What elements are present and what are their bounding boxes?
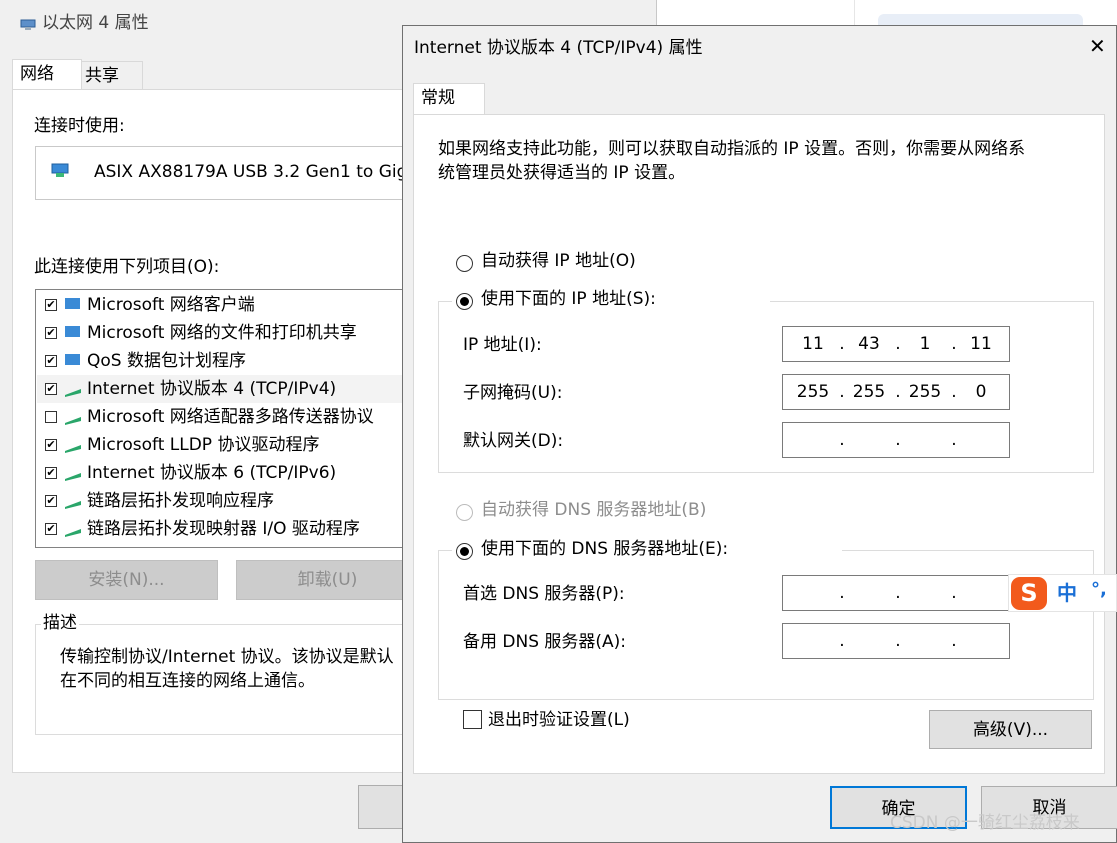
ip-separator: . bbox=[839, 583, 845, 603]
checked-checkbox-icon[interactable]: ✔ bbox=[45, 383, 57, 395]
preferred-dns-field[interactable]: ... bbox=[782, 575, 1010, 611]
ip-octet[interactable]: 11 bbox=[959, 333, 1003, 355]
checked-checkbox-icon[interactable]: ✔ bbox=[45, 495, 57, 507]
preferred-dns-label: 首选 DNS 服务器(P): bbox=[463, 584, 625, 604]
checked-checkbox-icon[interactable]: ✔ bbox=[45, 355, 57, 367]
window-title: 以太网 4 属性 bbox=[42, 13, 149, 33]
network-client-icon bbox=[65, 354, 80, 365]
checked-checkbox-icon[interactable]: ✔ bbox=[45, 523, 57, 535]
list-item-label: Microsoft 网络客户端 bbox=[87, 295, 255, 315]
default-gateway-field[interactable]: ... bbox=[782, 422, 1010, 458]
list-item-label: 链路层拓扑发现响应程序 bbox=[87, 491, 274, 511]
items-label: 此连接使用下列项目(O): bbox=[34, 257, 220, 277]
watermark: CSDN @一骑红尘荔枝来 bbox=[890, 813, 1080, 833]
list-item-label: 链路层拓扑发现映射器 I/O 驱动程序 bbox=[87, 519, 360, 539]
connect-using-label: 连接时使用: bbox=[34, 116, 125, 136]
list-item-label: Internet 协议版本 6 (TCP/IPv6) bbox=[87, 463, 337, 483]
intro-text-line1: 如果网络支持此功能，则可以获取自动指派的 IP 设置。否则，你需要从网络系 bbox=[438, 139, 1026, 159]
ip-address-label: IP 地址(I): bbox=[463, 335, 542, 355]
tab-general[interactable]: 常规 bbox=[413, 83, 485, 115]
description-text-line2: 在不同的相互连接的网络上通信。 bbox=[60, 671, 315, 691]
ip-octet[interactable]: 255 bbox=[847, 381, 891, 403]
ip-separator: . bbox=[951, 631, 957, 651]
ip-separator: . bbox=[895, 430, 901, 450]
ip-separator: . bbox=[839, 334, 845, 354]
ime-mode-toggle[interactable]: 中 bbox=[1057, 582, 1077, 604]
protocol-icon bbox=[65, 529, 81, 537]
general-tab-panel: 如果网络支持此功能，则可以获取自动指派的 IP 设置。否则，你需要从网络系 统管… bbox=[413, 114, 1105, 774]
auto-dns-label: 自动获得 DNS 服务器地址(B) bbox=[481, 500, 707, 520]
ip-separator: . bbox=[839, 382, 845, 402]
ip-separator: . bbox=[895, 334, 901, 354]
ime-toolbar[interactable]: S 中 °, bbox=[1008, 574, 1117, 612]
network-client-icon bbox=[65, 326, 80, 337]
ipv4-properties-dialog: Internet 协议版本 4 (TCP/IPv4) 属性 ✕ 常规 如果网络支… bbox=[402, 25, 1117, 843]
ip-separator: . bbox=[895, 583, 901, 603]
dialog-title: Internet 协议版本 4 (TCP/IPv4) 属性 bbox=[414, 38, 703, 58]
subnet-mask-field[interactable]: 255 255 255 0... bbox=[782, 374, 1010, 410]
protocol-icon bbox=[65, 501, 81, 509]
tab-network-label: 网络 bbox=[20, 64, 54, 84]
unchecked-checkbox-icon[interactable] bbox=[45, 411, 57, 423]
tab-sharing[interactable]: 共享 bbox=[81, 61, 143, 90]
ip-separator: . bbox=[839, 430, 845, 450]
network-adapter-icon bbox=[20, 19, 36, 30]
manual-dns-label: 使用下面的 DNS 服务器地址(E): bbox=[481, 539, 729, 559]
default-gateway-label: 默认网关(D): bbox=[463, 431, 564, 451]
list-item-label: Microsoft LLDP 协议驱动程序 bbox=[87, 435, 320, 455]
ip-separator: . bbox=[951, 430, 957, 450]
ime-logo-icon[interactable]: S bbox=[1011, 577, 1047, 610]
protocol-icon bbox=[65, 445, 81, 453]
auto-dns-radio[interactable] bbox=[456, 504, 473, 521]
protocol-icon bbox=[65, 389, 81, 397]
ip-separator: . bbox=[839, 631, 845, 651]
list-item-label: QoS 数据包计划程序 bbox=[87, 351, 246, 371]
validate-checkbox[interactable] bbox=[463, 710, 482, 729]
close-icon[interactable]: ✕ bbox=[1089, 35, 1106, 57]
checked-checkbox-icon[interactable]: ✔ bbox=[45, 467, 57, 479]
auto-ip-label: 自动获得 IP 地址(O) bbox=[481, 251, 636, 271]
validate-label: 退出时验证设置(L) bbox=[488, 710, 630, 730]
ime-punct-toggle[interactable]: °, bbox=[1091, 579, 1107, 601]
checked-checkbox-icon[interactable]: ✔ bbox=[45, 327, 57, 339]
subnet-mask-label: 子网掩码(U): bbox=[463, 383, 563, 403]
auto-ip-radio[interactable] bbox=[456, 255, 473, 272]
adapter-name: ASIX AX88179A USB 3.2 Gen1 to Gig bbox=[94, 162, 408, 182]
install-button[interactable]: 安装(N)... bbox=[35, 560, 218, 600]
ip-octet[interactable]: 11 bbox=[791, 333, 835, 355]
network-client-icon bbox=[65, 298, 80, 309]
ip-separator: . bbox=[895, 631, 901, 651]
ip-separator: . bbox=[895, 382, 901, 402]
ip-octet[interactable]: 43 bbox=[847, 333, 891, 355]
network-adapter-icon bbox=[51, 163, 69, 177]
tab-network[interactable]: 网络 bbox=[12, 59, 82, 90]
ip-separator: . bbox=[951, 583, 957, 603]
ip-octet[interactable]: 1 bbox=[903, 333, 947, 355]
ip-octet[interactable]: 255 bbox=[791, 381, 835, 403]
ip-address-field[interactable]: 11 43 1 11... bbox=[782, 326, 1010, 362]
checked-checkbox-icon[interactable]: ✔ bbox=[45, 299, 57, 311]
manual-ip-radio[interactable] bbox=[456, 293, 473, 310]
ip-octet[interactable]: 255 bbox=[903, 381, 947, 403]
description-text-line1: 传输控制协议/Internet 协议。该协议是默认 bbox=[60, 647, 394, 667]
manual-ip-label: 使用下面的 IP 地址(S): bbox=[481, 289, 656, 309]
list-item-label: Internet 协议版本 4 (TCP/IPv4) bbox=[87, 379, 337, 399]
alternate-dns-field[interactable]: ... bbox=[782, 623, 1010, 659]
tab-sharing-label: 共享 bbox=[85, 66, 119, 86]
protocol-icon bbox=[65, 417, 81, 425]
ip-octet[interactable]: 0 bbox=[959, 381, 1003, 403]
manual-dns-radio[interactable] bbox=[456, 543, 473, 560]
alternate-dns-label: 备用 DNS 服务器(A): bbox=[463, 632, 627, 652]
checked-checkbox-icon[interactable]: ✔ bbox=[45, 439, 57, 451]
protocol-icon bbox=[65, 473, 81, 481]
list-item-label: Microsoft 网络的文件和打印机共享 bbox=[87, 323, 357, 343]
ip-separator: . bbox=[951, 382, 957, 402]
intro-text-line2: 统管理员处获得适当的 IP 设置。 bbox=[438, 163, 686, 183]
uninstall-button[interactable]: 卸载(U) bbox=[236, 560, 419, 600]
tab-general-label: 常规 bbox=[421, 88, 455, 108]
advanced-button[interactable]: 高级(V)... bbox=[929, 710, 1092, 749]
description-label: 描述 bbox=[41, 612, 79, 634]
ip-separator: . bbox=[951, 334, 957, 354]
list-item-label: Microsoft 网络适配器多路传送器协议 bbox=[87, 407, 374, 427]
